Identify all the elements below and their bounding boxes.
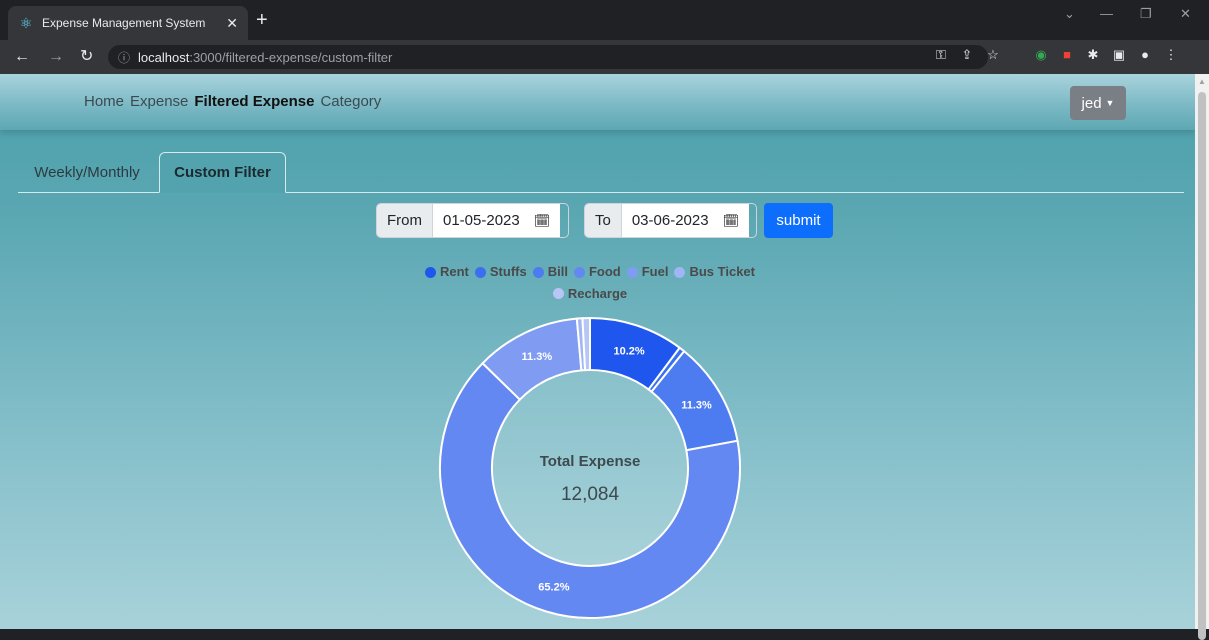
bookmark-star-icon[interactable]: ☆ bbox=[984, 47, 1002, 63]
window-close-icon[interactable]: ✕ bbox=[1180, 6, 1191, 22]
legend-swatch bbox=[626, 266, 638, 278]
browser-menu-icon[interactable]: ⋮ bbox=[1162, 47, 1180, 63]
url-path: :3000/filtered-expense/custom-filter bbox=[189, 49, 393, 65]
share-icon[interactable]: ⇪ bbox=[958, 47, 976, 63]
app-navbar: Home Expense Filtered Expense Category j… bbox=[0, 74, 1195, 130]
key-icon[interactable]: ⚿ bbox=[932, 47, 950, 63]
legend-swatch bbox=[474, 266, 486, 278]
to-date-value: 03-06-2023 bbox=[631, 212, 709, 229]
legend-item-bus-ticket[interactable]: Bus Ticket bbox=[674, 262, 755, 282]
legend-swatch bbox=[552, 288, 564, 299]
site-info-icon[interactable]: ⓘ bbox=[118, 49, 130, 66]
slice-label: 65.2% bbox=[538, 582, 569, 594]
from-date-value: 01-05-2023 bbox=[443, 212, 520, 229]
legend-label: Bus Ticket bbox=[689, 264, 755, 279]
legend-swatch bbox=[425, 266, 436, 278]
nav-filtered-expense[interactable]: Filtered Expense bbox=[194, 93, 314, 110]
reload-icon[interactable]: ↻ bbox=[80, 46, 93, 68]
chart-legend: Rent Stuffs Bill Food Fuel Bus Ticket Recharge bbox=[380, 262, 800, 305]
restore-icon[interactable]: ❐ bbox=[1140, 6, 1152, 22]
minimize-icon[interactable]: — bbox=[1100, 6, 1113, 21]
nav-home[interactable]: Home bbox=[84, 93, 124, 110]
tab-search-icon[interactable]: ⌄ bbox=[1064, 6, 1075, 22]
profile-icon[interactable]: ● bbox=[1136, 47, 1154, 62]
legend-item-recharge[interactable]: Recharge bbox=[552, 284, 628, 304]
side-panel-icon[interactable]: ▣ bbox=[1110, 47, 1128, 63]
expense-donut-chart: 10.2% 11.3% 65.2% 11.3% Total Expense 12,084 bbox=[439, 316, 741, 619]
browser-titlebar: ⚛ Expense Management System ✕ + ⌄ — ❐ ✕ bbox=[0, 0, 1209, 40]
scroll-up-icon[interactable]: ▲ bbox=[1198, 77, 1206, 86]
extension-bug-icon[interactable]: ■ bbox=[1058, 47, 1076, 62]
submit-button[interactable]: submit bbox=[764, 203, 833, 238]
to-date-group: To 03-06-2023 🗓 bbox=[584, 203, 757, 238]
url-host: localhost bbox=[138, 49, 190, 65]
tab-weekly-monthly[interactable]: Weekly/Monthly bbox=[18, 152, 156, 192]
legend-item-bill[interactable]: Bill bbox=[532, 262, 568, 282]
forward-icon[interactable]: → bbox=[48, 46, 64, 68]
slice-label: 11.3% bbox=[681, 400, 712, 412]
legend-label: Fuel bbox=[641, 264, 669, 279]
slice-label: 11.3% bbox=[522, 351, 553, 363]
nav-category[interactable]: Category bbox=[320, 93, 381, 110]
from-date-group: From 01-05-2023 🗓 bbox=[376, 203, 569, 238]
calendar-icon[interactable]: 🗓 bbox=[723, 213, 740, 229]
center-label: Total Expense bbox=[540, 453, 641, 470]
react-icon: ⚛ bbox=[19, 15, 33, 31]
legend-item-food[interactable]: Food bbox=[573, 262, 621, 282]
filter-tabs: Weekly/Monthly Custom Filter bbox=[18, 152, 1184, 193]
to-label: To bbox=[585, 204, 622, 237]
browser-toolbar: ← → ↻ ⓘ localhost:3000/filtered-expense/… bbox=[0, 40, 1209, 74]
new-tab-icon[interactable]: + bbox=[256, 8, 268, 32]
browser-tab[interactable]: ⚛ Expense Management System ✕ bbox=[8, 6, 248, 40]
extension-circle-icon[interactable]: ◉ bbox=[1032, 47, 1050, 63]
legend-item-stuffs[interactable]: Stuffs bbox=[474, 262, 527, 282]
legend-swatch bbox=[573, 266, 585, 278]
scrollbar-thumb[interactable] bbox=[1198, 92, 1206, 640]
legend-item-rent[interactable]: Rent bbox=[425, 262, 469, 282]
slice-label: 10.2% bbox=[613, 345, 644, 357]
tab-title: Expense Management System bbox=[42, 16, 206, 30]
legend-label: Food bbox=[588, 264, 621, 279]
calendar-icon[interactable]: 🗓 bbox=[534, 213, 551, 229]
extensions-puzzle-icon[interactable]: ✱ bbox=[1084, 47, 1102, 63]
page-viewport: Home Expense Filtered Expense Category j… bbox=[0, 74, 1195, 629]
nav-expense[interactable]: Expense bbox=[130, 93, 188, 110]
back-icon[interactable]: ← bbox=[14, 46, 30, 68]
address-bar[interactable]: ⓘ localhost:3000/filtered-expense/custom… bbox=[108, 45, 988, 69]
close-tab-icon[interactable]: ✕ bbox=[226, 15, 238, 32]
tab-custom-filter[interactable]: Custom Filter bbox=[159, 152, 286, 193]
legend-item-fuel[interactable]: Fuel bbox=[626, 262, 669, 282]
legend-swatch bbox=[674, 266, 686, 278]
center-value: 12,084 bbox=[561, 484, 620, 505]
legend-swatch bbox=[532, 266, 544, 278]
legend-label: Bill bbox=[547, 264, 568, 279]
from-date-input[interactable]: 01-05-2023 🗓 bbox=[433, 204, 561, 237]
from-label: From bbox=[377, 204, 433, 237]
user-name: jed bbox=[1081, 94, 1102, 112]
user-menu-button[interactable]: jed ▼ bbox=[1070, 86, 1126, 120]
legend-label: Recharge bbox=[567, 285, 628, 301]
to-date-input[interactable]: 03-06-2023 🗓 bbox=[621, 204, 750, 237]
caret-down-icon: ▼ bbox=[1105, 98, 1115, 108]
nav-links: Home Expense Filtered Expense Category bbox=[84, 93, 381, 110]
legend-label: Rent bbox=[440, 264, 469, 279]
legend-label: Stuffs bbox=[489, 264, 527, 279]
page-scrollbar[interactable]: ▲ bbox=[1195, 74, 1209, 640]
